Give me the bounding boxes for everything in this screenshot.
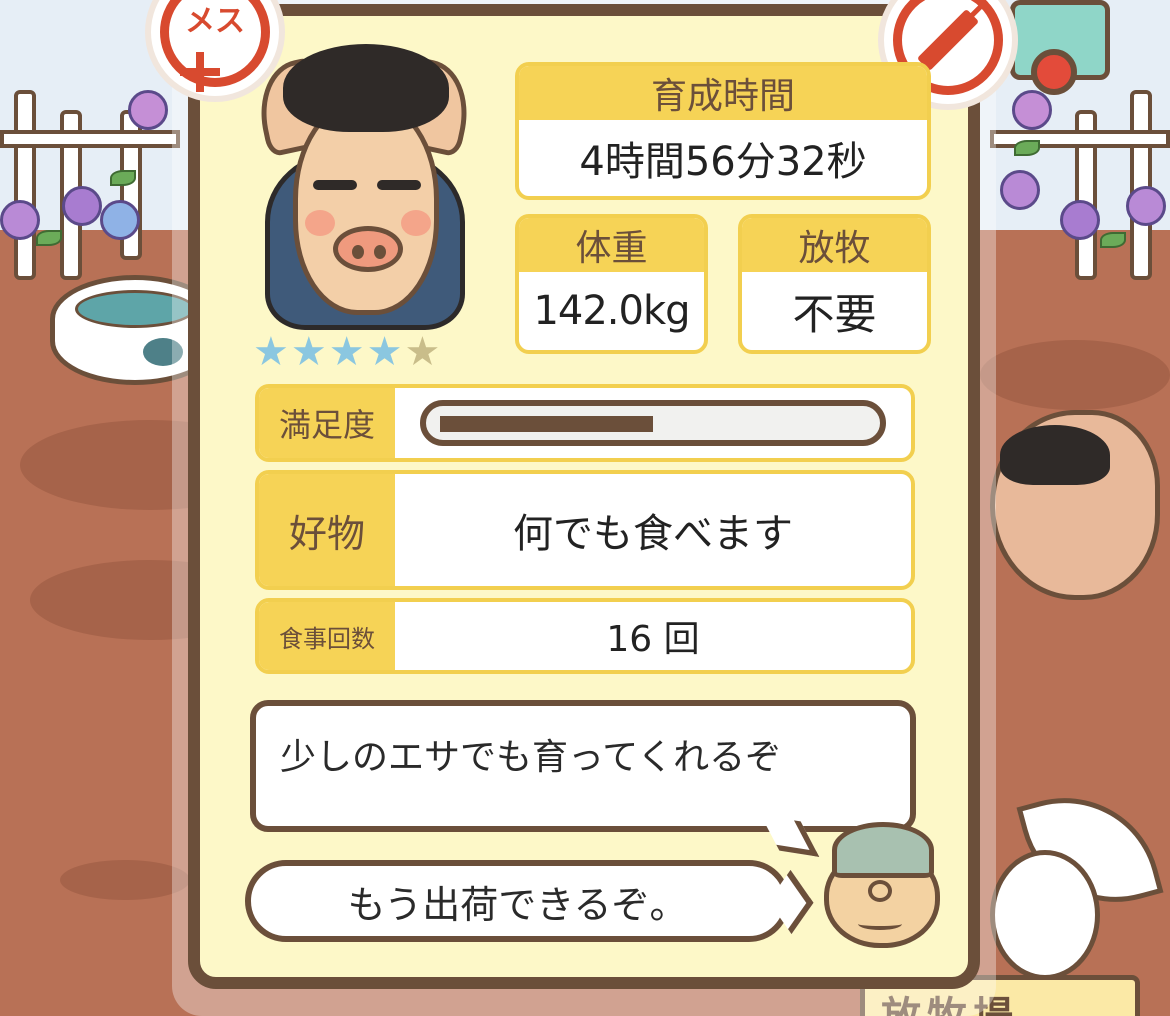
morning-glory-flower [0, 200, 40, 240]
pig-face [293, 100, 439, 315]
vine-leaf [1100, 232, 1126, 248]
truck-wheel [1031, 49, 1077, 95]
rearing-time-label: 育成時間 [519, 66, 927, 120]
meal-count-value: 16 回 [606, 619, 700, 660]
pig-brow-left [313, 180, 357, 190]
satisfaction-bar-fill [440, 416, 653, 432]
farmer-avatar [818, 818, 948, 948]
meal-count-label: 食事回数 [259, 602, 395, 670]
vine-leaf [110, 170, 136, 186]
favorite-food-value: 何でも食べます [513, 511, 793, 557]
morning-glory-flower [62, 186, 102, 226]
star-icon: ★ [328, 329, 365, 375]
satisfaction-bar [420, 400, 886, 446]
star-icon: ★ [253, 329, 289, 375]
rearing-time-value: 4時間56分32秒 [579, 139, 867, 185]
fence-post [14, 90, 36, 280]
info-speech-bubble: 少しのエサでも育ってくれるぞ [250, 700, 916, 857]
morning-glory-flower [1126, 186, 1166, 226]
gender-label: メス [185, 4, 245, 39]
pig-cheek-left [305, 210, 335, 236]
star-icon: ★ [290, 329, 327, 375]
satisfaction-content [395, 388, 911, 458]
info-bubble-text: 少しのエサでも育ってくれるぞ [280, 737, 782, 778]
truck [1010, 0, 1110, 95]
rearing-time-box: 育成時間 4時間56分32秒 [515, 62, 931, 200]
female-symbol-bar [180, 68, 220, 76]
grazing-label: 放牧 [742, 218, 927, 272]
satisfaction-label: 満足度 [259, 388, 395, 458]
favorite-food-label: 好物 [259, 474, 395, 586]
morning-glory-flower [1012, 90, 1052, 130]
background-pig-hair [1000, 425, 1110, 485]
morning-glory-flower [1000, 170, 1040, 210]
meal-count-row: 食事回数 16 回 [255, 598, 915, 674]
weight-label: 体重 [519, 218, 704, 272]
syringe-shape [916, 8, 980, 72]
pig-snout [333, 226, 403, 272]
ship-speech-bubble[interactable]: もう出荷できるぞ。 [245, 860, 814, 942]
weight-value: 142.0kg [533, 288, 690, 334]
dirt-patch [60, 860, 190, 900]
morning-glory-flower [128, 90, 168, 130]
pig-brow-right [377, 180, 421, 190]
morning-glory-flower [100, 200, 140, 240]
satisfaction-row: 満足度 [255, 384, 915, 462]
pig-cheek-right [401, 210, 431, 236]
white-bird [990, 776, 1164, 980]
vine-leaf [1014, 140, 1040, 156]
rarity-stars: ★ ★ ★ ★ ★ [253, 330, 440, 374]
background-pig [990, 410, 1160, 600]
farmer-mouth [858, 918, 902, 930]
weight-box: 体重 142.0kg [515, 214, 708, 354]
grazing-value: 不要 [792, 289, 877, 339]
fence-rail [0, 130, 180, 148]
pig-nostril [352, 245, 364, 259]
pig-hair [283, 44, 449, 132]
farmer-cap [832, 822, 934, 878]
star-empty-icon: ★ [404, 329, 441, 375]
ship-bubble-text: もう出荷できるぞ。 [347, 882, 688, 927]
pig-portrait [250, 40, 478, 330]
dirt-patch [980, 340, 1170, 410]
favorite-food-row: 好物 何でも食べます [255, 470, 915, 590]
star-icon: ★ [366, 329, 403, 375]
farmer-nose [868, 880, 892, 902]
pig-nostril [374, 245, 386, 259]
grazing-box: 放牧 不要 [738, 214, 931, 354]
vine-leaf [36, 230, 62, 246]
fence-post [1130, 90, 1152, 280]
morning-glory-flower [1060, 200, 1100, 240]
bird-body [990, 850, 1100, 980]
